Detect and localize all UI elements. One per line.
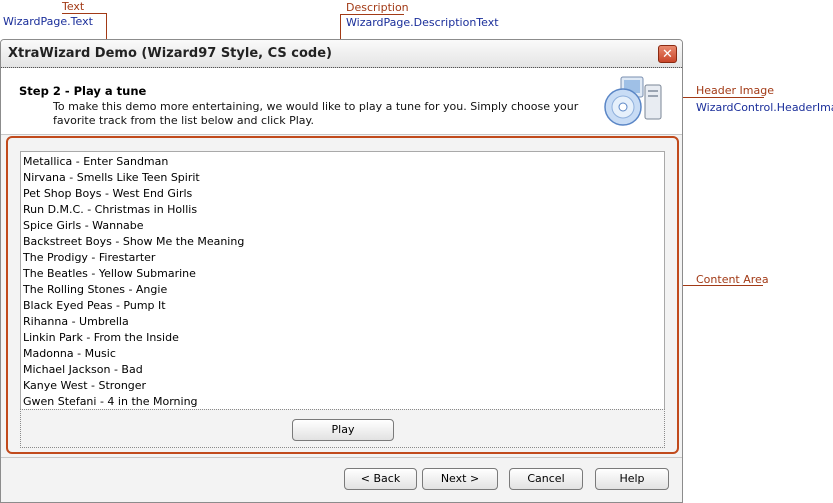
- step-description: To make this demo more entertaining, we …: [53, 100, 579, 127]
- track-list-item[interactable]: Spice Girls - Wannabe: [21, 218, 664, 234]
- help-button[interactable]: Help: [595, 468, 669, 490]
- track-list[interactable]: Metallica - Enter Sandman Nirvana - Smell…: [20, 151, 665, 447]
- callout-description-prop: WizardPage.DescriptionText: [346, 16, 499, 29]
- callout-text-underline: [62, 13, 107, 14]
- track-list-item[interactable]: Metallica - Enter Sandman: [21, 154, 664, 170]
- track-list-item[interactable]: Linkin Park - From the Inside: [21, 330, 664, 346]
- footer-separator: [1, 457, 682, 458]
- track-list-item[interactable]: The Beatles - Yellow Submarine: [21, 266, 664, 282]
- close-icon: ✕: [662, 47, 673, 62]
- track-list-item[interactable]: The Prodigy - Firestarter: [21, 250, 664, 266]
- window-title: XtraWizard Demo (Wizard97 Style, CS code…: [8, 46, 332, 61]
- back-button[interactable]: < Back: [344, 468, 417, 490]
- callout-text-prop: WizardPage.Text: [3, 15, 93, 28]
- track-list-item[interactable]: Gwen Stefani - 4 in the Morning: [21, 394, 664, 410]
- track-list-item[interactable]: Nirvana - Smells Like Teen Spirit: [21, 170, 664, 186]
- callout-description-title: Description: [346, 1, 409, 14]
- close-button[interactable]: ✕: [658, 45, 677, 63]
- track-list-item[interactable]: Rihanna - Umbrella: [21, 314, 664, 330]
- callout-header-image-prop: WizardControl.HeaderImage: [696, 101, 833, 114]
- track-list-item[interactable]: Pet Shop Boys - West End Girls: [21, 186, 664, 202]
- track-list-item[interactable]: Madonna - Music: [21, 346, 664, 362]
- track-list-items: Metallica - Enter Sandman Nirvana - Smell…: [21, 152, 664, 410]
- callout-content-area-underline: [683, 285, 763, 286]
- next-button[interactable]: Next >: [422, 468, 498, 490]
- cd-computer-icon: [604, 76, 662, 126]
- callout-header-image-title: Header Image: [696, 84, 774, 97]
- wizard-window: XtraWizard Demo (Wizard97 Style, CS code…: [0, 39, 683, 503]
- cancel-button[interactable]: Cancel: [509, 468, 583, 490]
- title-bar: XtraWizard Demo (Wizard97 Style, CS code…: [1, 40, 682, 68]
- callout-description-underline: [340, 14, 404, 15]
- page-header: Step 2 - Play a tune To make this demo m…: [1, 68, 682, 135]
- track-list-item[interactable]: Michael Jackson - Bad: [21, 362, 664, 378]
- track-list-item[interactable]: Black Eyed Peas - Pump It: [21, 298, 664, 314]
- play-panel: Play: [20, 409, 665, 448]
- play-button[interactable]: Play: [292, 419, 394, 441]
- step-title: Step 2 - Play a tune: [19, 84, 147, 98]
- track-list-item[interactable]: The Rolling Stones - Angie: [21, 282, 664, 298]
- callout-text-title: Text: [62, 0, 85, 13]
- track-list-item[interactable]: Run D.M.C. - Christmas in Hollis: [21, 202, 664, 218]
- track-list-item[interactable]: Backstreet Boys - Show Me the Meaning: [21, 234, 664, 250]
- track-list-item[interactable]: Kanye West - Stronger: [21, 378, 664, 394]
